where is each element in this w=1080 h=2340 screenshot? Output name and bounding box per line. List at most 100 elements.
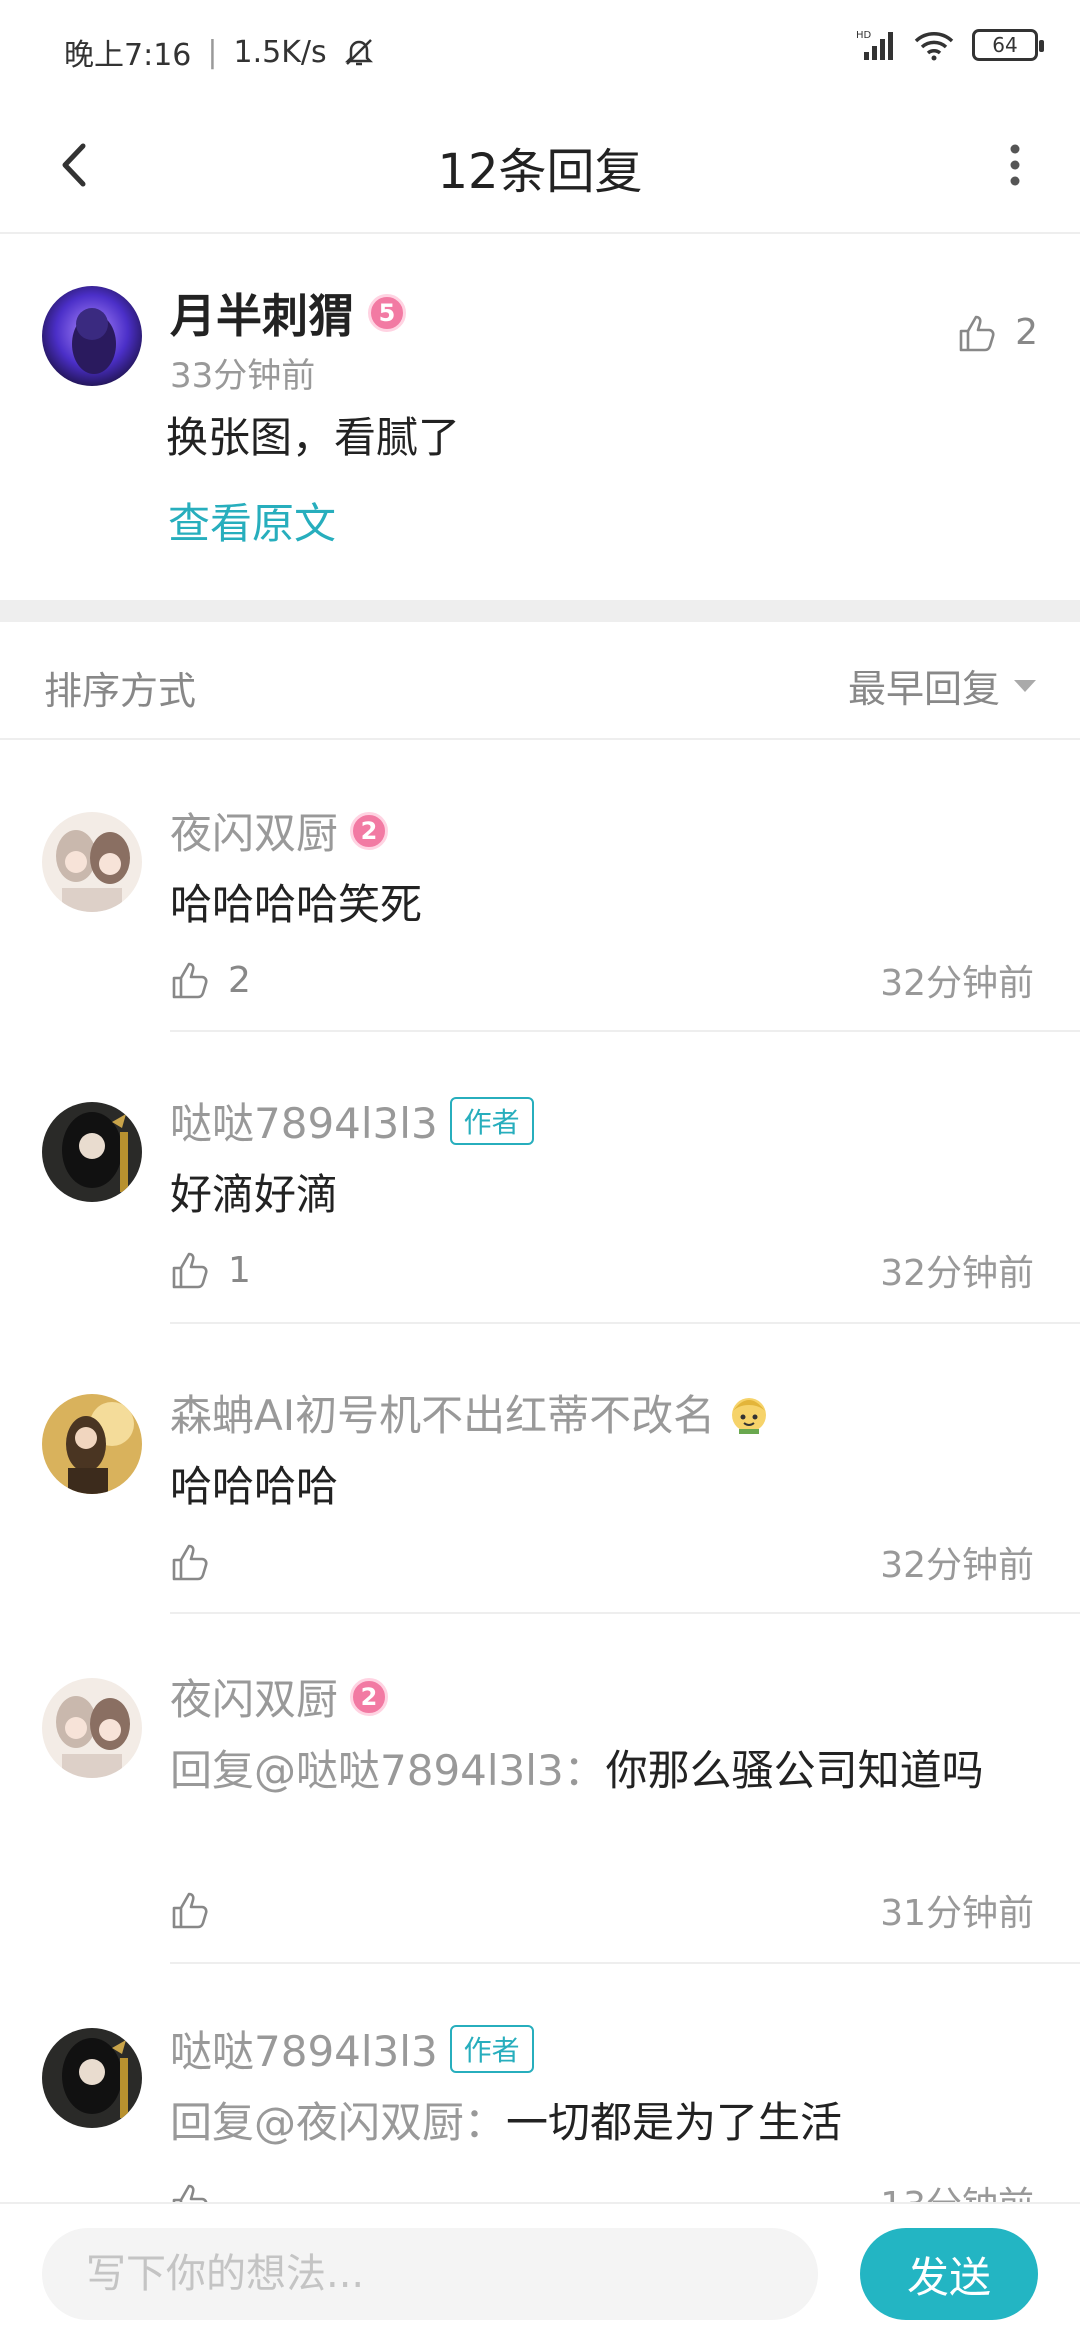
username-text: 森蚺AI初号机不出红蒂不改名: [170, 1391, 716, 1440]
like-count: 1: [228, 1249, 251, 1291]
sort-value: 最早回复: [847, 667, 1000, 711]
like-button[interactable]: [170, 1542, 228, 1582]
comment-input[interactable]: [42, 2228, 818, 2320]
sort-label: 排序方式: [44, 669, 197, 713]
reply-mention[interactable]: 回复@哒哒7894l3l3：: [170, 1746, 606, 1795]
reply-footer: 1 32分钟前: [170, 1244, 1034, 1296]
original-time: 33分钟前: [170, 356, 316, 396]
reply-body: 哈哈哈哈笑死: [170, 880, 423, 929]
top-bar: 12条回复: [0, 100, 1080, 234]
username-text: 夜闪双厨: [170, 1675, 339, 1724]
level-badge: 2: [350, 811, 389, 850]
avatar[interactable]: [42, 1394, 142, 1494]
reply-footer: 32分钟前: [170, 1536, 1034, 1588]
avatar-image: [42, 812, 142, 912]
reply-footer: 31分钟前: [170, 1884, 1034, 1936]
avatar[interactable]: [42, 812, 142, 912]
page-title: 12条回复: [437, 144, 643, 200]
comment-composer: 发送: [0, 2202, 1080, 2340]
svg-text:HD: HD: [856, 30, 872, 41]
avatar-image: [42, 2028, 142, 2128]
reply-text: 回复@哒哒7894l3l3：你那么骚公司知道吗: [170, 1740, 1040, 1802]
sort-bar: 排序方式 最早回复: [0, 622, 1080, 740]
reply-username[interactable]: 哒哒7894l3l3 作者: [170, 1090, 534, 1151]
reply-footer: 13分钟前: [170, 2176, 1034, 2202]
reply-footer: 2 32分钟前: [170, 954, 1034, 1006]
avatar[interactable]: [42, 286, 142, 386]
list-item: 森蚺AI初号机不出红蒂不改名 哈哈哈哈 32分钟前: [0, 1324, 1080, 1614]
sort-dropdown[interactable]: 最早回复: [848, 658, 1036, 713]
wifi-icon: [914, 32, 954, 61]
send-button[interactable]: 发送: [860, 2228, 1038, 2320]
list-item: 夜闪双厨 2 回复@哒哒7894l3l3：你那么骚公司知道吗 31分钟前: [0, 1614, 1080, 1964]
more-button[interactable]: [980, 130, 1050, 200]
status-separator: |: [207, 34, 218, 70]
reply-time: 13分钟前: [880, 2176, 1034, 2202]
thumbs-up-icon: [172, 1544, 208, 1581]
reply-text: 哈哈哈哈: [170, 1456, 1040, 1518]
like-count: 2: [1015, 312, 1038, 353]
username-text: 夜闪双厨: [170, 809, 339, 858]
like-button[interactable]: 1: [170, 1250, 251, 1291]
status-time: 晚上7:16: [64, 38, 192, 73]
avatar[interactable]: [42, 1678, 142, 1778]
thumbs-up-icon: [172, 2184, 208, 2202]
battery-icon: 64: [972, 29, 1044, 61]
avatar-image: [42, 1394, 142, 1494]
author-badge: 作者: [449, 2024, 534, 2073]
reply-username[interactable]: 哒哒7894l3l3 作者: [170, 2018, 534, 2079]
battery-level: 64: [992, 33, 1018, 57]
original-comment: 月半刺猬 5 33分钟前 换张图，看腻了 查看原文 2: [0, 236, 1080, 600]
reply-text: 回复@夜闪双厨：一切都是为了生活: [170, 2092, 1040, 2154]
reply-time: 31分钟前: [880, 1893, 1034, 1934]
avatar[interactable]: [42, 1102, 142, 1202]
thumbs-up-icon: [959, 315, 995, 351]
status-bar: 晚上7:16 | 1.5K/s HD 64: [0, 0, 1080, 100]
avatar[interactable]: [42, 2028, 142, 2128]
reply-text: 好滴好滴: [170, 1164, 1040, 1226]
reply-body: 哈哈哈哈: [170, 1462, 339, 1511]
net-speed: 1.5K/s: [233, 34, 327, 70]
reply-body: 好滴好滴: [170, 1170, 339, 1219]
username-text: 哒哒7894l3l3: [170, 1099, 438, 1148]
avatar-image: [42, 1102, 142, 1202]
thumbs-up-icon: [172, 1252, 208, 1289]
reply-body: 一切都是为了生活: [506, 2098, 843, 2147]
reply-username[interactable]: 森蚺AI初号机不出红蒂不改名: [170, 1382, 771, 1443]
list-item: 哒哒7894l3l3 作者 回复@夜闪双厨：一切都是为了生活 13分钟前: [0, 1964, 1080, 2202]
bell-muted-icon: [344, 39, 373, 66]
author-badge: 作者: [449, 1096, 534, 1145]
original-text: 换张图，看腻了: [166, 413, 461, 462]
reply-time: 32分钟前: [880, 963, 1034, 1004]
like-count: 2: [228, 959, 251, 1001]
section-divider: [0, 600, 1080, 622]
more-vertical-icon: [1010, 144, 1020, 186]
like-button[interactable]: 2: [170, 960, 251, 1001]
avatar-image: [42, 286, 142, 386]
reply-username[interactable]: 夜闪双厨 2: [170, 800, 389, 861]
thumbs-up-icon: [172, 962, 208, 999]
list-item: 夜闪双厨 2 哈哈哈哈笑死 2 32分钟前: [0, 742, 1080, 1032]
reply-time: 32分钟前: [880, 1253, 1034, 1294]
like-button[interactable]: [170, 1890, 228, 1930]
status-right: HD 64: [856, 28, 1044, 62]
thumbs-up-icon: [172, 1892, 208, 1929]
reply-time: 32分钟前: [880, 1545, 1034, 1586]
like-button[interactable]: 2: [957, 312, 1038, 353]
emoji-badge-icon: [732, 1397, 767, 1434]
reply-username[interactable]: 夜闪双厨 2: [170, 1666, 389, 1727]
username-text: 哒哒7894l3l3: [170, 2027, 438, 2076]
level-badge: 2: [350, 1677, 389, 1716]
caret-down-icon: [1014, 679, 1036, 692]
reply-text: 哈哈哈哈笑死: [170, 874, 1040, 936]
reply-mention[interactable]: 回复@夜闪双厨：: [170, 2098, 506, 2147]
level-badge: 5: [368, 294, 406, 332]
like-button[interactable]: [170, 2182, 228, 2202]
signal-icon: HD: [856, 30, 893, 60]
reply-body: 你那么骚公司知道吗: [605, 1746, 984, 1795]
view-original-link[interactable]: 查看原文: [168, 490, 336, 551]
original-username[interactable]: 月半刺猬 5: [170, 280, 406, 346]
list-item: 哒哒7894l3l3 作者 好滴好滴 1 32分钟前: [0, 1032, 1080, 1324]
avatar-image: [42, 1678, 142, 1778]
status-left: 晚上7:16 | 1.5K/s: [64, 30, 375, 74]
